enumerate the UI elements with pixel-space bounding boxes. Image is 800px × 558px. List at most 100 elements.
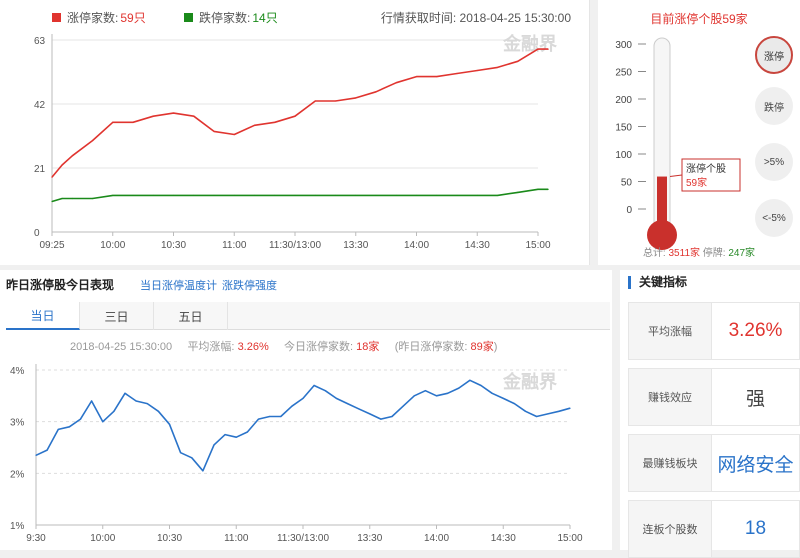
data-point <box>380 418 382 420</box>
kpi-row-avg-gain: 平均涨幅 3.26% <box>628 302 800 360</box>
data-point <box>513 402 515 405</box>
data-point <box>269 415 271 418</box>
gain-over-5-button[interactable]: >5% <box>755 143 793 181</box>
data-point <box>71 197 73 200</box>
data-point <box>358 408 360 410</box>
data-point <box>191 457 193 459</box>
data-point <box>413 395 415 397</box>
data-point <box>436 75 438 78</box>
key-indicators-panel: 关键指标 平均涨幅 3.26% 赚钱效应 强 最赚钱板块 网络安全 连板个股数 … <box>620 270 800 558</box>
data-point <box>91 197 94 200</box>
series-line <box>51 48 549 178</box>
data-point <box>253 194 256 197</box>
limit-up-button[interactable]: 涨停 <box>755 36 793 74</box>
x-tick-label: 14:00 <box>404 240 429 251</box>
data-point <box>294 194 296 197</box>
kpi-label: 最赚钱板块 <box>628 434 712 492</box>
data-point <box>313 384 315 387</box>
data-point <box>375 91 377 93</box>
kpi-label: 连板个股数 <box>628 500 712 558</box>
data-point <box>369 413 371 415</box>
data-point <box>112 194 114 197</box>
data-point <box>547 48 549 50</box>
data-point <box>355 194 357 197</box>
data-point <box>346 402 349 405</box>
data-point <box>435 395 438 397</box>
data-point <box>517 60 519 62</box>
data-point <box>502 397 504 400</box>
data-point <box>51 176 53 178</box>
gauge-tick-label: 300 <box>615 40 632 51</box>
kpi-row-top-sector: 最赚钱板块 网络安全 <box>628 434 800 492</box>
gauge-tick-label: 0 <box>626 205 632 216</box>
data-point <box>157 410 159 412</box>
x-tick-label: 9:30 <box>26 533 46 544</box>
total-label: 总计: <box>642 248 666 259</box>
data-point <box>334 100 337 102</box>
yesterday-limit-up-panel: 昨日涨停股今日表现 当日涨停温度计 涨跌停强度 当日 三日 五日 2018-04… <box>0 270 612 550</box>
data-point <box>424 390 426 392</box>
x-tick-label: 10:30 <box>161 240 186 251</box>
limit-count-panel: 涨停家数: 59只 跌停家数: 14只 行情获取时间: 2018-04-25 1… <box>0 0 590 265</box>
y-tick-label: 42 <box>34 100 46 111</box>
data-point <box>274 194 276 197</box>
data-point <box>395 194 397 197</box>
x-tick-label: 11:30/13:00 <box>277 533 330 544</box>
data-point <box>113 410 115 412</box>
data-point <box>112 121 114 123</box>
thermometer-title: 目前涨停个股59家 <box>650 12 748 26</box>
data-point <box>456 72 458 75</box>
data-point <box>324 390 326 392</box>
data-point <box>135 400 137 402</box>
data-point <box>415 194 418 197</box>
data-point <box>458 387 460 389</box>
kpi-label: 平均涨幅 <box>628 302 712 360</box>
y-tick-label: 21 <box>34 164 46 175</box>
y-tick-label: 2% <box>10 469 25 480</box>
data-point <box>35 454 37 456</box>
data-point <box>102 421 104 423</box>
data-point <box>46 449 48 451</box>
y-tick-label: 4% <box>10 366 25 377</box>
data-point <box>146 402 148 405</box>
data-point <box>51 200 53 203</box>
data-point <box>180 452 182 454</box>
series-line <box>35 379 571 472</box>
data-point <box>476 69 478 72</box>
data-point <box>132 121 134 123</box>
x-tick-label: 11:30/13:00 <box>269 240 322 251</box>
kpi-row-money-effect: 赚钱效应 强 <box>628 368 800 426</box>
data-point <box>152 115 154 117</box>
data-point <box>496 66 499 69</box>
gauge-tick-label: 250 <box>615 68 632 79</box>
loss-over-5-button[interactable]: <-5% <box>755 199 793 237</box>
halt-label: 停牌: <box>702 248 726 259</box>
data-point <box>335 397 337 400</box>
avg-gain-chart: 1% 2% 3% 4% 9:30 10:00 10:30 11:00 11:30/13:00 13… <box>10 364 583 544</box>
data-point <box>213 444 215 446</box>
callout-text: 涨停个股 <box>686 162 726 175</box>
x-tick-label: 10:00 <box>90 533 115 544</box>
kpi-value[interactable]: 网络安全 <box>712 434 800 492</box>
data-point <box>476 194 478 197</box>
data-point <box>193 194 195 197</box>
data-point <box>57 428 59 431</box>
data-point <box>537 48 539 50</box>
data-point <box>61 197 63 200</box>
data-point <box>496 194 499 197</box>
data-point <box>291 405 293 407</box>
gauge-tick-label: 100 <box>615 150 632 161</box>
data-point <box>202 470 204 472</box>
limit-down-button[interactable]: 跌停 <box>755 87 793 125</box>
data-point <box>213 130 215 133</box>
y-tick-label: 3% <box>10 418 25 429</box>
data-point <box>246 431 248 433</box>
total-count: 3511家 <box>668 248 701 259</box>
data-point <box>294 115 296 117</box>
x-tick-label: 11:00 <box>222 240 247 251</box>
data-point <box>436 194 438 197</box>
data-point <box>547 188 549 190</box>
data-point <box>233 133 235 136</box>
data-point <box>235 436 237 438</box>
data-point <box>172 112 175 114</box>
